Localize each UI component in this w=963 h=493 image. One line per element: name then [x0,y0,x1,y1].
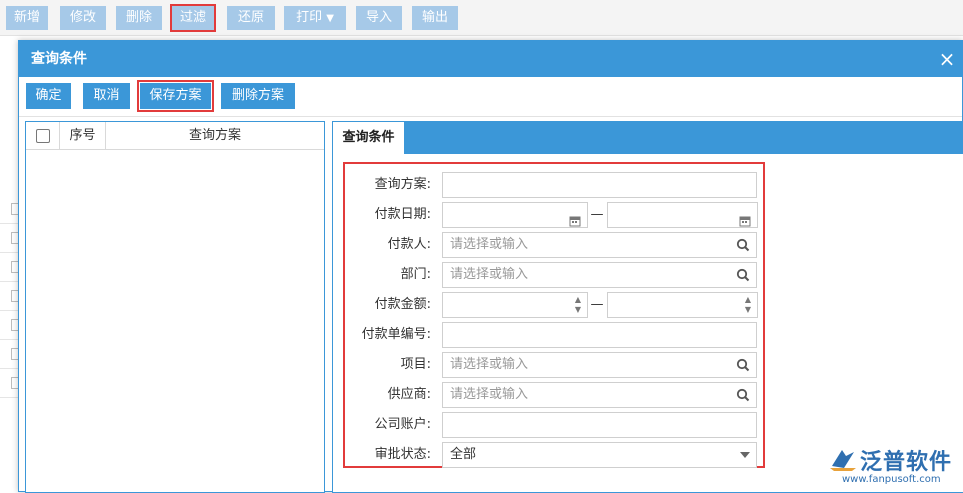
payment-date-from-input[interactable] [442,202,588,228]
calendar-icon[interactable] [569,209,581,233]
confirm-button[interactable]: 确定 [26,83,71,109]
brand-url: www.fanpusoft.com [842,474,941,485]
query-dialog: 查询条件 × 确定 取消 保存方案 删除方案 序号 查询方案 查询条件 查询方案… [18,40,963,493]
select-all-checkbox[interactable] [36,129,50,143]
scheme-list: 序号 查询方案 [25,121,325,493]
column-header-index: 序号 [60,122,106,150]
delete-button[interactable]: 删除 [116,6,162,30]
header-checkbox-cell [26,122,60,150]
main-toolbar: 新增 修改 删除 过滤 还原 打印 ▼ 导入 输出 [0,0,963,36]
project-input[interactable]: 请选择或输入 [442,352,757,378]
payment-amount-to-input[interactable]: ▲ ▼ [607,292,758,318]
approval-status-select[interactable]: 全部 [442,442,757,468]
save-scheme-button[interactable]: 保存方案 [137,80,214,112]
field-payment-date: 付款日期: — [345,202,763,228]
company-account-input[interactable] [442,412,757,438]
field-label: 公司账户: [374,417,431,432]
field-label: 项目: [400,357,431,372]
print-button[interactable]: 打印 ▼ [284,6,346,30]
scheme-list-header: 序号 查询方案 [26,122,324,150]
field-company-account: 公司账户: [345,412,763,438]
payment-number-input[interactable] [442,322,757,348]
filter-button[interactable]: 过滤 [170,4,216,32]
payment-amount-from-input[interactable]: ▲ ▼ [442,292,588,318]
search-icon[interactable] [736,388,750,402]
search-icon[interactable] [736,358,750,372]
restore-button[interactable]: 还原 [227,6,275,30]
brand-name: 泛普软件 [860,450,953,475]
field-department: 部门: 请选择或输入 [345,262,763,288]
field-label: 付款金额: [374,297,431,312]
field-label: 付款单编号: [361,327,431,342]
number-stepper[interactable]: ▲ ▼ [573,295,583,315]
brand-logo-icon [830,450,856,471]
criteria-panel: 查询条件 查询方案: 付款日期: — 付款人: 请选择或输入 部门: 请选择或输… [332,121,963,493]
add-button[interactable]: 新增 [6,6,48,30]
search-icon[interactable] [736,268,750,282]
range-separator: — [590,207,604,222]
dialog-title: 查询条件 [19,41,962,77]
field-label: 审批状态: [374,447,431,462]
print-label: 打印 [296,10,323,25]
import-button[interactable]: 导入 [356,6,402,30]
search-icon[interactable] [736,238,750,252]
edit-button[interactable]: 修改 [60,6,106,30]
field-supplier: 供应商: 请选择或输入 [345,382,763,408]
close-icon[interactable]: × [938,49,956,69]
field-label: 部门: [400,267,431,282]
chevron-down-icon [740,452,750,458]
scheme-name-input[interactable] [442,172,757,198]
tab-query-conditions[interactable]: 查询条件 [333,122,405,154]
department-input[interactable]: 请选择或输入 [442,262,757,288]
criteria-form: 查询方案: 付款日期: — 付款人: 请选择或输入 部门: 请选择或输入 付款金… [343,162,765,468]
column-header-scheme: 查询方案 [188,128,241,143]
field-label: 供应商: [387,387,431,402]
field-label: 付款人: [387,237,431,252]
delete-scheme-button[interactable]: 删除方案 [221,83,295,109]
supplier-input[interactable]: 请选择或输入 [442,382,757,408]
field-payer: 付款人: 请选择或输入 [345,232,763,258]
export-button[interactable]: 输出 [412,6,458,30]
payer-input[interactable]: 请选择或输入 [442,232,757,258]
range-separator: — [590,297,604,312]
field-scheme-name: 查询方案: [345,172,763,198]
chevron-down-icon: ▼ [326,13,334,24]
payment-date-to-input[interactable] [607,202,758,228]
criteria-tabbar: 查询条件 [333,122,963,154]
field-label: 查询方案: [374,177,431,192]
dialog-toolbar: 确定 取消 保存方案 删除方案 [19,77,962,117]
brand-logo: 泛普软件 www.fanpusoft.com [828,440,958,490]
calendar-icon[interactable] [739,209,751,233]
field-project: 项目: 请选择或输入 [345,352,763,378]
number-stepper[interactable]: ▲ ▼ [743,295,753,315]
field-payment-number: 付款单编号: [345,322,763,348]
field-approval-status: 审批状态: 全部 [345,442,763,468]
field-label: 付款日期: [374,207,431,222]
cancel-button[interactable]: 取消 [83,83,130,109]
field-payment-amount: 付款金额: ▲ ▼ — ▲ ▼ [345,292,763,318]
